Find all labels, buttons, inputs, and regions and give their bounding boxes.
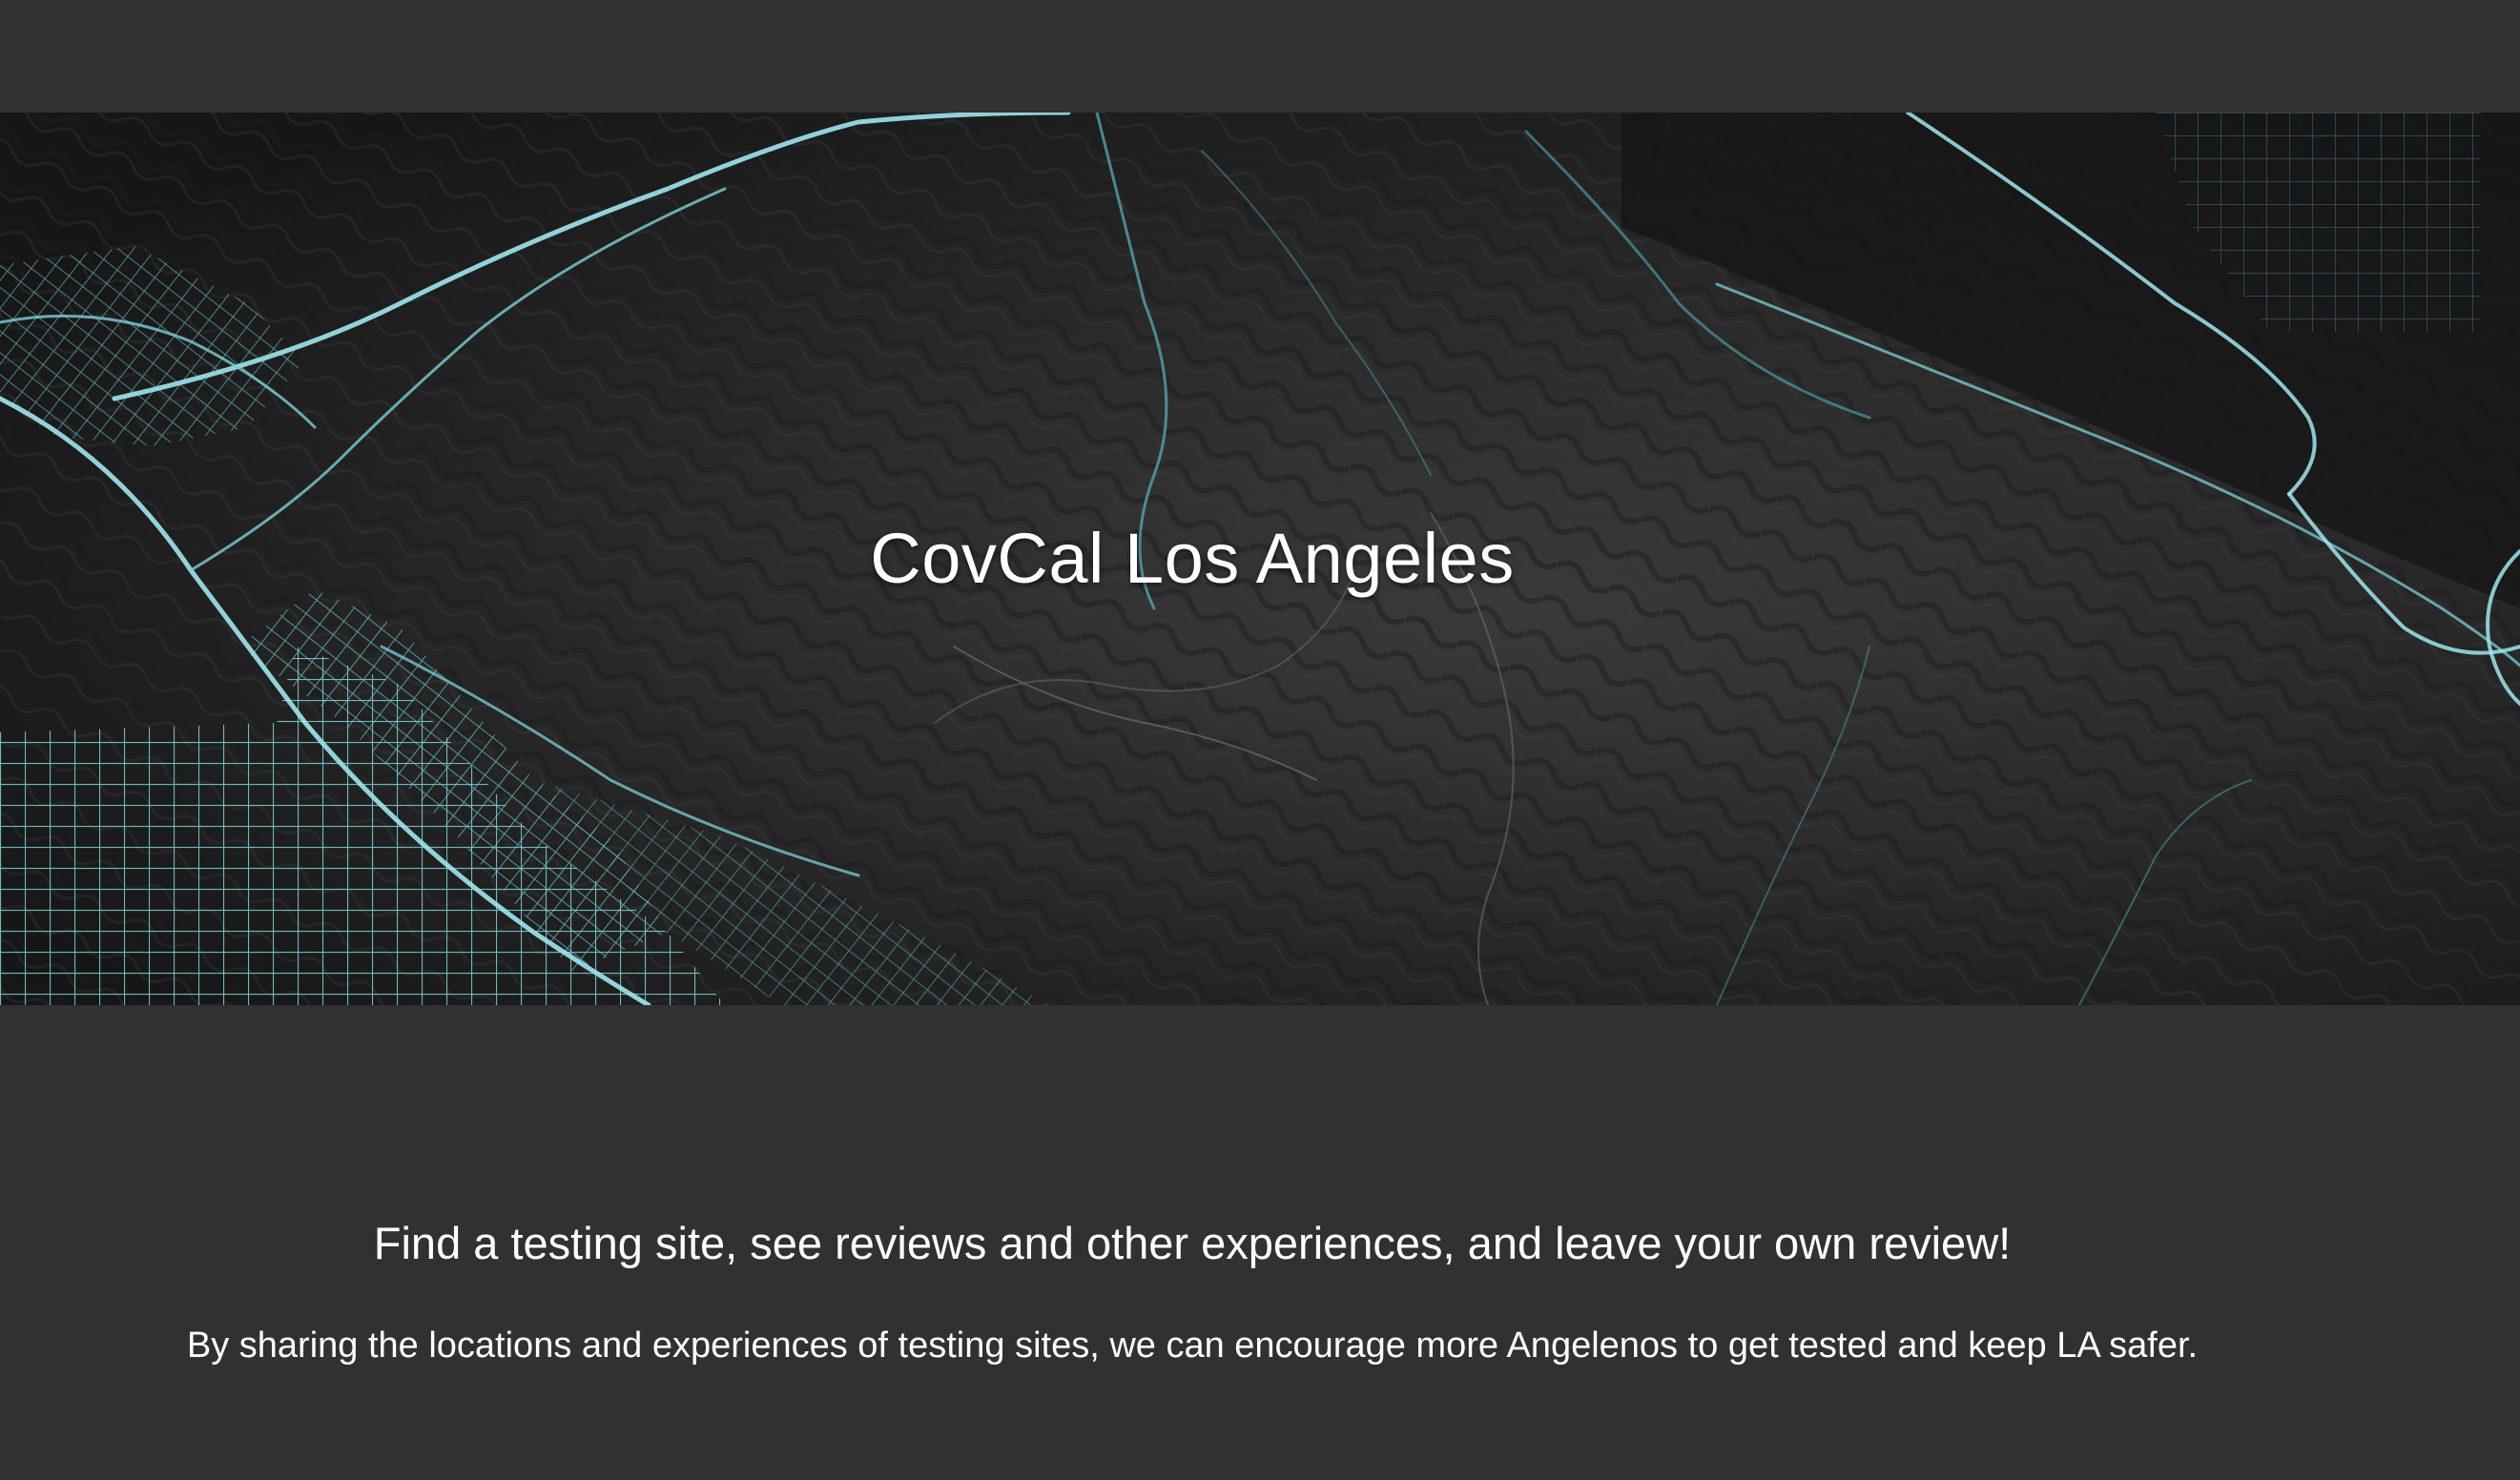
hero-title: CovCal Los Angeles bbox=[870, 519, 1515, 598]
tagline-text: Find a testing site, see reviews and oth… bbox=[373, 1218, 2012, 1268]
main-content: Find a testing site, see reviews and oth… bbox=[0, 1005, 2520, 1480]
top-bar bbox=[0, 0, 2520, 113]
hero-banner: CovCal Los Angeles bbox=[0, 113, 2520, 1005]
description-text: By sharing the locations and experiences… bbox=[186, 1326, 2199, 1366]
